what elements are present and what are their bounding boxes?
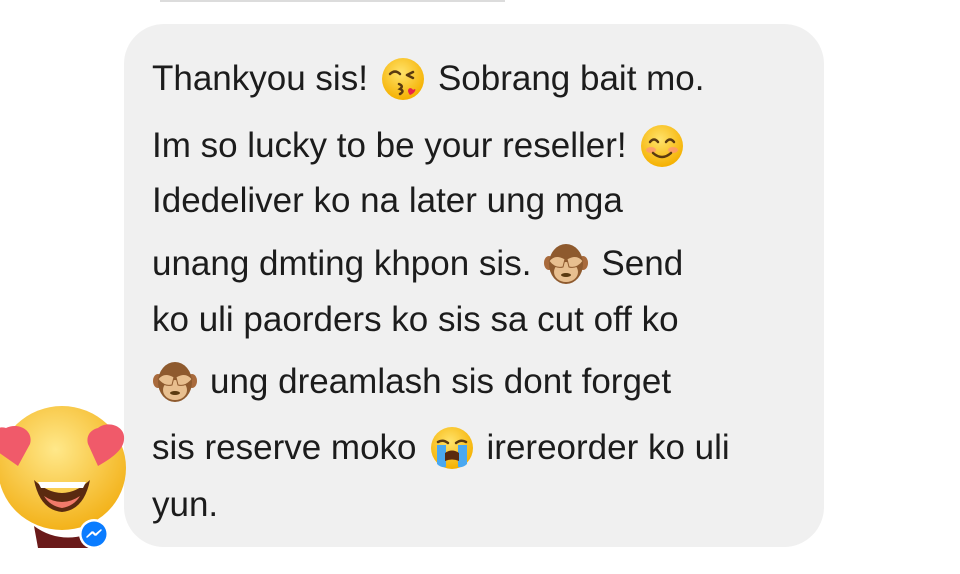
- message-line: ung dreamlash sis dont forget: [152, 354, 671, 410]
- messenger-icon: [78, 518, 110, 550]
- message-text: yun.: [152, 485, 219, 524]
- chat-screenshot: Thankyou sis! Sobrang bait mo. Im so luc…: [0, 0, 960, 574]
- message-text: sis reserve moko: [152, 428, 417, 467]
- loudly-crying-face-icon: [429, 425, 475, 471]
- previous-message-edge: [160, 0, 505, 2]
- message-text: Sobrang bait mo.: [437, 59, 705, 98]
- kissing-face-icon: [380, 56, 426, 102]
- message-line: Im so lucky to be your reseller!: [152, 118, 685, 174]
- previous-avatar-edge: [58, 0, 104, 2]
- message-line: yun.: [152, 477, 218, 533]
- message-text: ung dreamlash sis dont forget: [210, 362, 672, 401]
- message-text: unang dmting khpon sis.: [152, 244, 532, 283]
- message-text: ko uli paorders ko sis sa cut off ko: [152, 300, 679, 339]
- message-line: Idedeliver ko na later ung mga: [152, 173, 623, 229]
- message-text: Im so lucky to be your reseller!: [152, 126, 627, 165]
- heart-eyes-avatar-icon[interactable]: [0, 398, 134, 548]
- message-line: ko uli paorders ko sis sa cut off ko: [152, 292, 679, 348]
- message-text: irereorder ko uli: [486, 428, 730, 467]
- message-line: sis reserve moko irereorder ko uli: [152, 420, 730, 476]
- message-text: Thankyou sis!: [152, 59, 368, 98]
- see-no-evil-monkey-icon: [152, 359, 198, 405]
- message-text: Send: [601, 244, 684, 283]
- message-line: Thankyou sis! Sobrang bait mo.: [152, 51, 705, 107]
- see-no-evil-monkey-icon: [543, 241, 589, 287]
- smiling-face-icon: [639, 123, 685, 169]
- message-line: unang dmting khpon sis. Send: [152, 236, 683, 292]
- message-text: Idedeliver ko na later ung mga: [152, 181, 623, 220]
